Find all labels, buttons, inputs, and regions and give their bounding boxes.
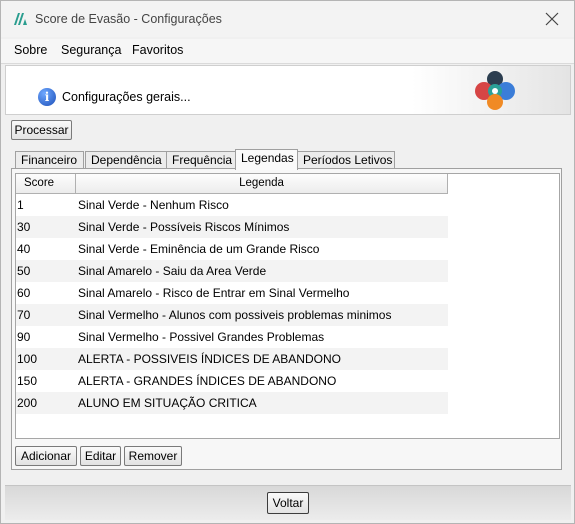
close-button[interactable]: [530, 1, 574, 37]
tab-legendas[interactable]: Legendas: [235, 149, 298, 170]
table-row[interactable]: 150 ALERTA - GRANDES ÍNDICES DE ABANDONO: [16, 370, 448, 392]
edit-button[interactable]: Editar: [80, 446, 121, 466]
menu-seguranca[interactable]: Segurança: [61, 43, 121, 57]
window: Score de Evasão - Configurações Sobre Se…: [0, 0, 575, 524]
header-banner: i Configurações gerais...: [5, 65, 571, 115]
tab-bar: Financeiro Dependência Frequência Legend…: [15, 149, 565, 170]
remove-button[interactable]: Remover: [124, 446, 182, 466]
table-row[interactable]: 40 Sinal Verde - Eminência de um Grande …: [16, 238, 448, 260]
legenda-cell: ALUNO EM SITUAÇÃO CRITICA: [78, 396, 257, 410]
table-row[interactable]: 200 ALUNO EM SITUAÇÃO CRITICA: [16, 392, 448, 414]
process-button[interactable]: Processar: [11, 120, 72, 140]
table-row[interactable]: 50 Sinal Amarelo - Saiu da Area Verde: [16, 260, 448, 282]
score-cell: 90: [17, 330, 31, 344]
legenda-cell: ALERTA - GRANDES ÍNDICES DE ABANDONO: [78, 374, 337, 388]
table-row[interactable]: 70 Sinal Vermelho - Alunos com possiveis…: [16, 304, 448, 326]
title-bar: Score de Evasão - Configurações: [1, 1, 574, 37]
table-row[interactable]: 60 Sinal Amarelo - Risco de Entrar em Si…: [16, 282, 448, 304]
legenda-cell: Sinal Verde - Nenhum Risco: [78, 198, 229, 212]
column-header-score[interactable]: Score: [16, 174, 76, 194]
score-cell: 1: [17, 198, 24, 212]
table-row[interactable]: 1 Sinal Verde - Nenhum Risco: [16, 194, 448, 216]
menu-favoritos[interactable]: Favoritos: [132, 43, 183, 57]
company-logo: [475, 71, 515, 110]
table-row[interactable]: 100 ALERTA - POSSIVEIS ÍNDICES DE ABANDO…: [16, 348, 448, 370]
legenda-cell: Sinal Amarelo - Saiu da Area Verde: [78, 264, 267, 278]
score-cell: 50: [17, 264, 31, 278]
banner-text: Configurações gerais...: [62, 90, 191, 104]
score-cell: 40: [17, 242, 31, 256]
legenda-cell: Sinal Verde - Eminência de um Grande Ris…: [78, 242, 320, 256]
back-button[interactable]: Voltar: [267, 492, 309, 514]
score-cell: 60: [17, 286, 31, 300]
table-row[interactable]: 90 Sinal Vermelho - Possivel Grandes Pro…: [16, 326, 448, 348]
legenda-cell: Sinal Amarelo - Risco de Entrar em Sinal…: [78, 286, 350, 300]
score-cell: 150: [17, 374, 38, 388]
close-icon: [545, 12, 559, 26]
table-header: Score Legenda: [16, 174, 448, 194]
tab-dependencia[interactable]: Dependência: [85, 151, 167, 169]
score-cell: 100: [17, 352, 38, 366]
menu-sobre[interactable]: Sobre: [14, 43, 47, 57]
column-header-legenda[interactable]: Legenda: [76, 174, 448, 194]
table-row[interactable]: 30 Sinal Verde - Possíveis Riscos Mínimo…: [16, 216, 448, 238]
legend-table[interactable]: Score Legenda 1 Sinal Verde - Nenhum Ris…: [15, 173, 560, 439]
legenda-cell: Sinal Vermelho - Possivel Grandes Proble…: [78, 330, 325, 344]
tab-periodos-letivos[interactable]: Períodos Letivos: [297, 151, 395, 169]
legenda-cell: Sinal Vermelho - Alunos com possiveis pr…: [78, 308, 392, 322]
tab-frequencia[interactable]: Frequência: [166, 151, 236, 169]
window-title: Score de Evasão - Configurações: [35, 12, 222, 26]
legenda-cell: Sinal Verde - Possíveis Riscos Mínimos: [78, 220, 290, 234]
tab-financeiro[interactable]: Financeiro: [15, 151, 84, 169]
score-cell: 30: [17, 220, 31, 234]
add-button[interactable]: Adicionar: [15, 446, 77, 466]
score-cell: 200: [17, 396, 38, 410]
info-icon: i: [38, 88, 56, 106]
menu-bar: Sobre Segurança Favoritos: [1, 39, 574, 64]
score-cell: 70: [17, 308, 31, 322]
legenda-cell: ALERTA - POSSIVEIS ÍNDICES DE ABANDONO: [78, 352, 341, 366]
app-logo-icon: [13, 11, 29, 27]
